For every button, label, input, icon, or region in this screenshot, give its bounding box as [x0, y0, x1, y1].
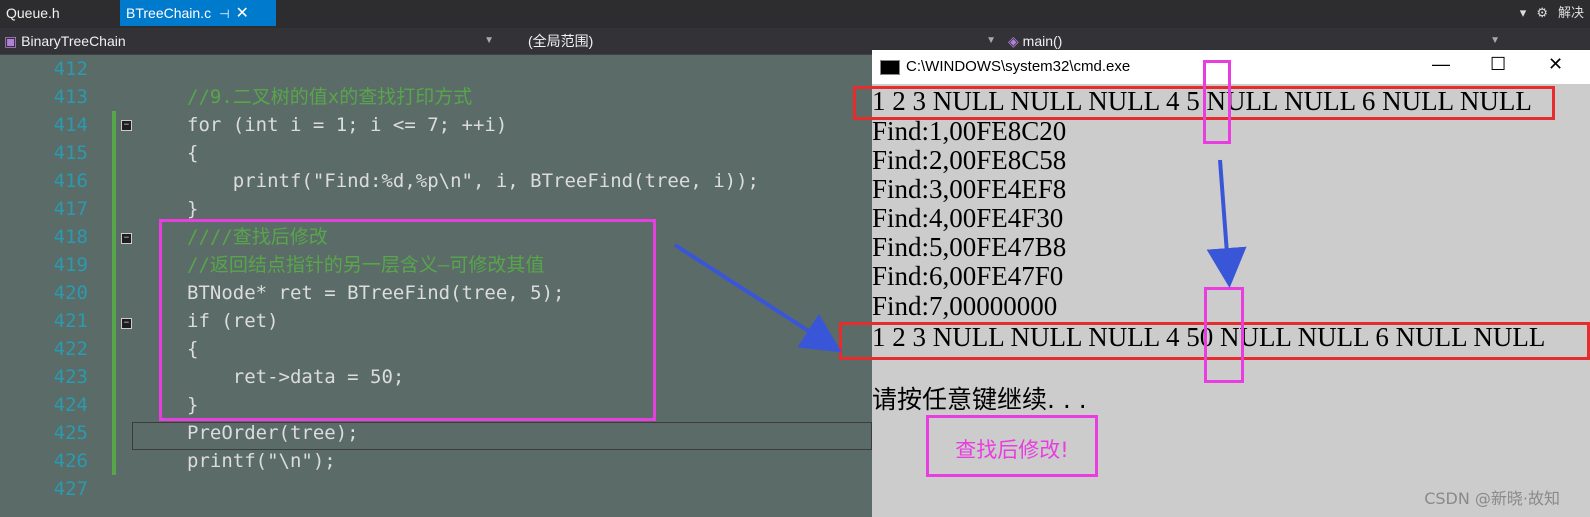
arrow-code-to-output: [673, 243, 842, 353]
arrow-5-to-50: [1206, 159, 1247, 288]
annotation-arrows: [673, 159, 1247, 353]
